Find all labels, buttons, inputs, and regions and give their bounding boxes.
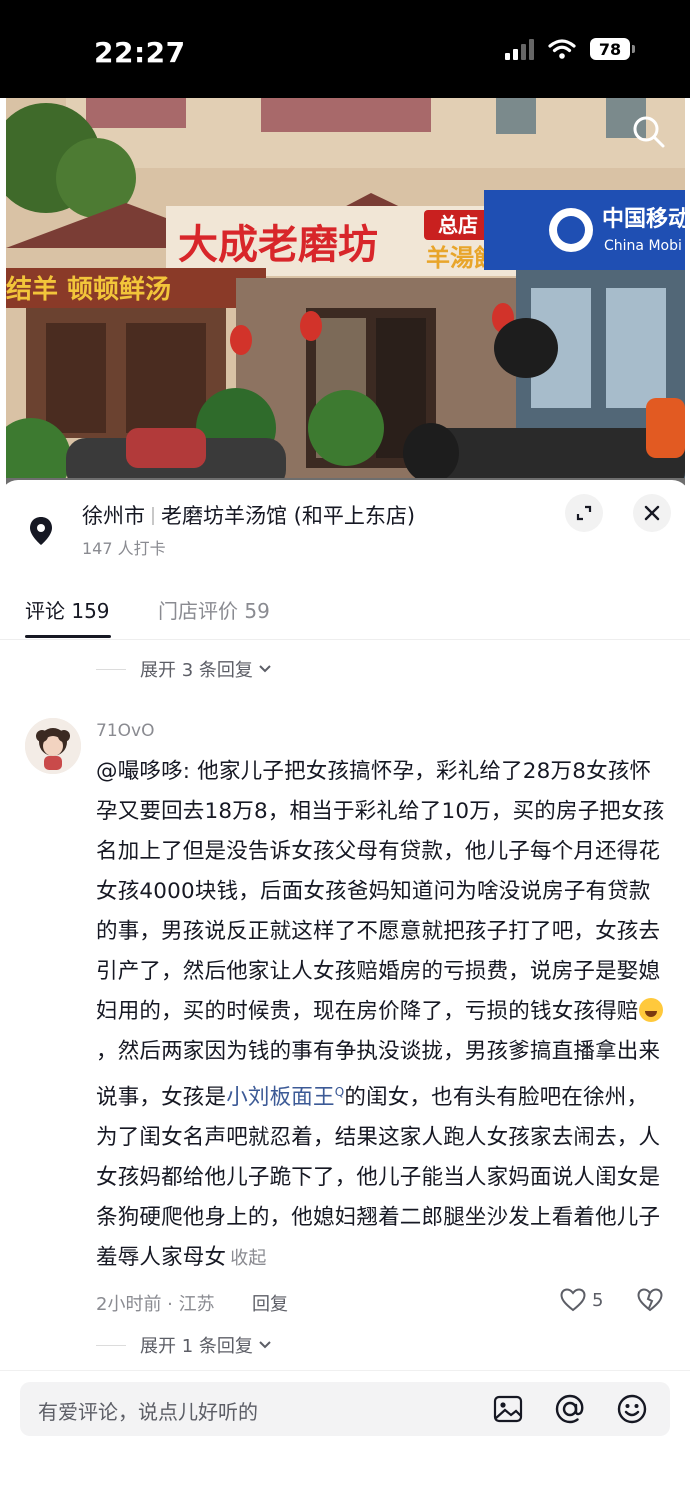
search-icon: Q [334, 1085, 345, 1099]
shop-link-label: 小刘板面王 [226, 1085, 335, 1111]
city-name: 徐州市 [82, 504, 145, 528]
status-bar: 22:27 78 [0, 0, 690, 98]
at-icon[interactable] [554, 1393, 586, 1425]
comment-tabs: 评论 159 门店评价 59 [0, 587, 690, 640]
chevron-down-icon [259, 1341, 271, 1349]
tab-comments[interactable]: 评论 159 [25, 595, 110, 624]
active-tab-indicator [25, 635, 111, 638]
emoji-icon[interactable] [616, 1393, 648, 1425]
heart-icon [560, 1288, 586, 1312]
sign-main-text: 大成老磨坊 [178, 222, 378, 268]
location-pin-icon [30, 517, 52, 545]
divider-line [96, 668, 126, 670]
divider-line [96, 1344, 126, 1346]
dislike-heart-icon[interactable] [637, 1288, 663, 1312]
expand-button[interactable] [565, 494, 603, 532]
title-separator [152, 507, 154, 525]
sign-left-text: 结羊 顿顿鲜汤 [6, 274, 171, 305]
chevron-down-icon [259, 665, 271, 673]
expand-replies-label: 展开 1 条回复 [140, 1336, 253, 1357]
tab-store-reviews[interactable]: 门店评价 59 [158, 595, 270, 624]
image-icon[interactable] [492, 1393, 524, 1425]
comment-sheet: 徐州市 老磨坊羊汤馆 (和平上东店) 147 人打卡 评论 159 门店评价 59… [0, 480, 690, 1499]
expand-replies-top[interactable]: 展开 3 条回复 [96, 656, 271, 682]
shop-name: 老磨坊羊汤馆 (和平上东店) [161, 504, 416, 528]
avatar[interactable] [25, 718, 81, 774]
checkin-count: 147 人打卡 [82, 539, 166, 558]
wifi-icon [548, 39, 576, 59]
like-count: 5 [592, 1289, 604, 1311]
comment-meta: 2小时前 · 江苏 [96, 1294, 215, 1315]
comment-input[interactable]: 有爱评论，说点儿好听的 [20, 1382, 670, 1436]
branch-badge: 总店 [438, 213, 478, 237]
shop-photo[interactable]: 大成老磨坊 总店 羊湯館 结羊 顿顿鲜汤 中国移动 China Mobi [6, 98, 685, 490]
status-icons: 78 [505, 38, 635, 60]
comment-username[interactable]: 71OvO [96, 721, 154, 741]
laughing-emoji-icon [638, 998, 663, 1022]
shop-facade-image: 大成老磨坊 总店 羊湯館 结羊 顿顿鲜汤 中国移动 China Mobi [6, 98, 685, 490]
avatar-image [25, 718, 81, 774]
input-divider [0, 1370, 690, 1371]
comment-text-part3: 的闺女，也有头有脸吧在徐州，为了闺女名声吧就忍着，结果这家人跑人女孩家去闹去，人… [96, 1085, 661, 1271]
shop-link[interactable]: 小刘板面王Q [226, 1085, 344, 1110]
cellular-signal-icon [505, 38, 534, 60]
like-button[interactable]: 5 [560, 1288, 603, 1312]
shop-right-en-text: China Mobi [604, 238, 682, 254]
status-time: 22:27 [94, 36, 186, 69]
close-icon [644, 505, 660, 521]
shop-right-text: 中国移动 [602, 206, 685, 232]
location-title[interactable]: 徐州市 老磨坊羊汤馆 (和平上东店) [82, 500, 415, 530]
expand-replies-bottom[interactable]: 展开 1 条回复 [96, 1332, 271, 1358]
comment-text-part1: @嘬哆哆: 他家儿子把女孩搞怀孕，彩礼给了28万8女孩怀孕又要回去18万8，相当… [96, 759, 665, 1024]
expand-replies-label: 展开 3 条回复 [140, 660, 253, 681]
close-button[interactable] [633, 494, 671, 532]
battery-indicator: 78 [590, 38, 635, 60]
reply-button[interactable]: 回复 [252, 1290, 288, 1316]
comment-input-placeholder: 有爱评论，说点儿好听的 [38, 1400, 258, 1424]
expand-icon [576, 505, 592, 521]
search-icon[interactable] [629, 112, 669, 152]
comment-text: @嘬哆哆: 他家儿子把女孩搞怀孕，彩礼给了28万8女孩怀孕又要回去18万8，相当… [96, 752, 668, 1279]
collapse-button[interactable]: 收起 [230, 1248, 266, 1269]
